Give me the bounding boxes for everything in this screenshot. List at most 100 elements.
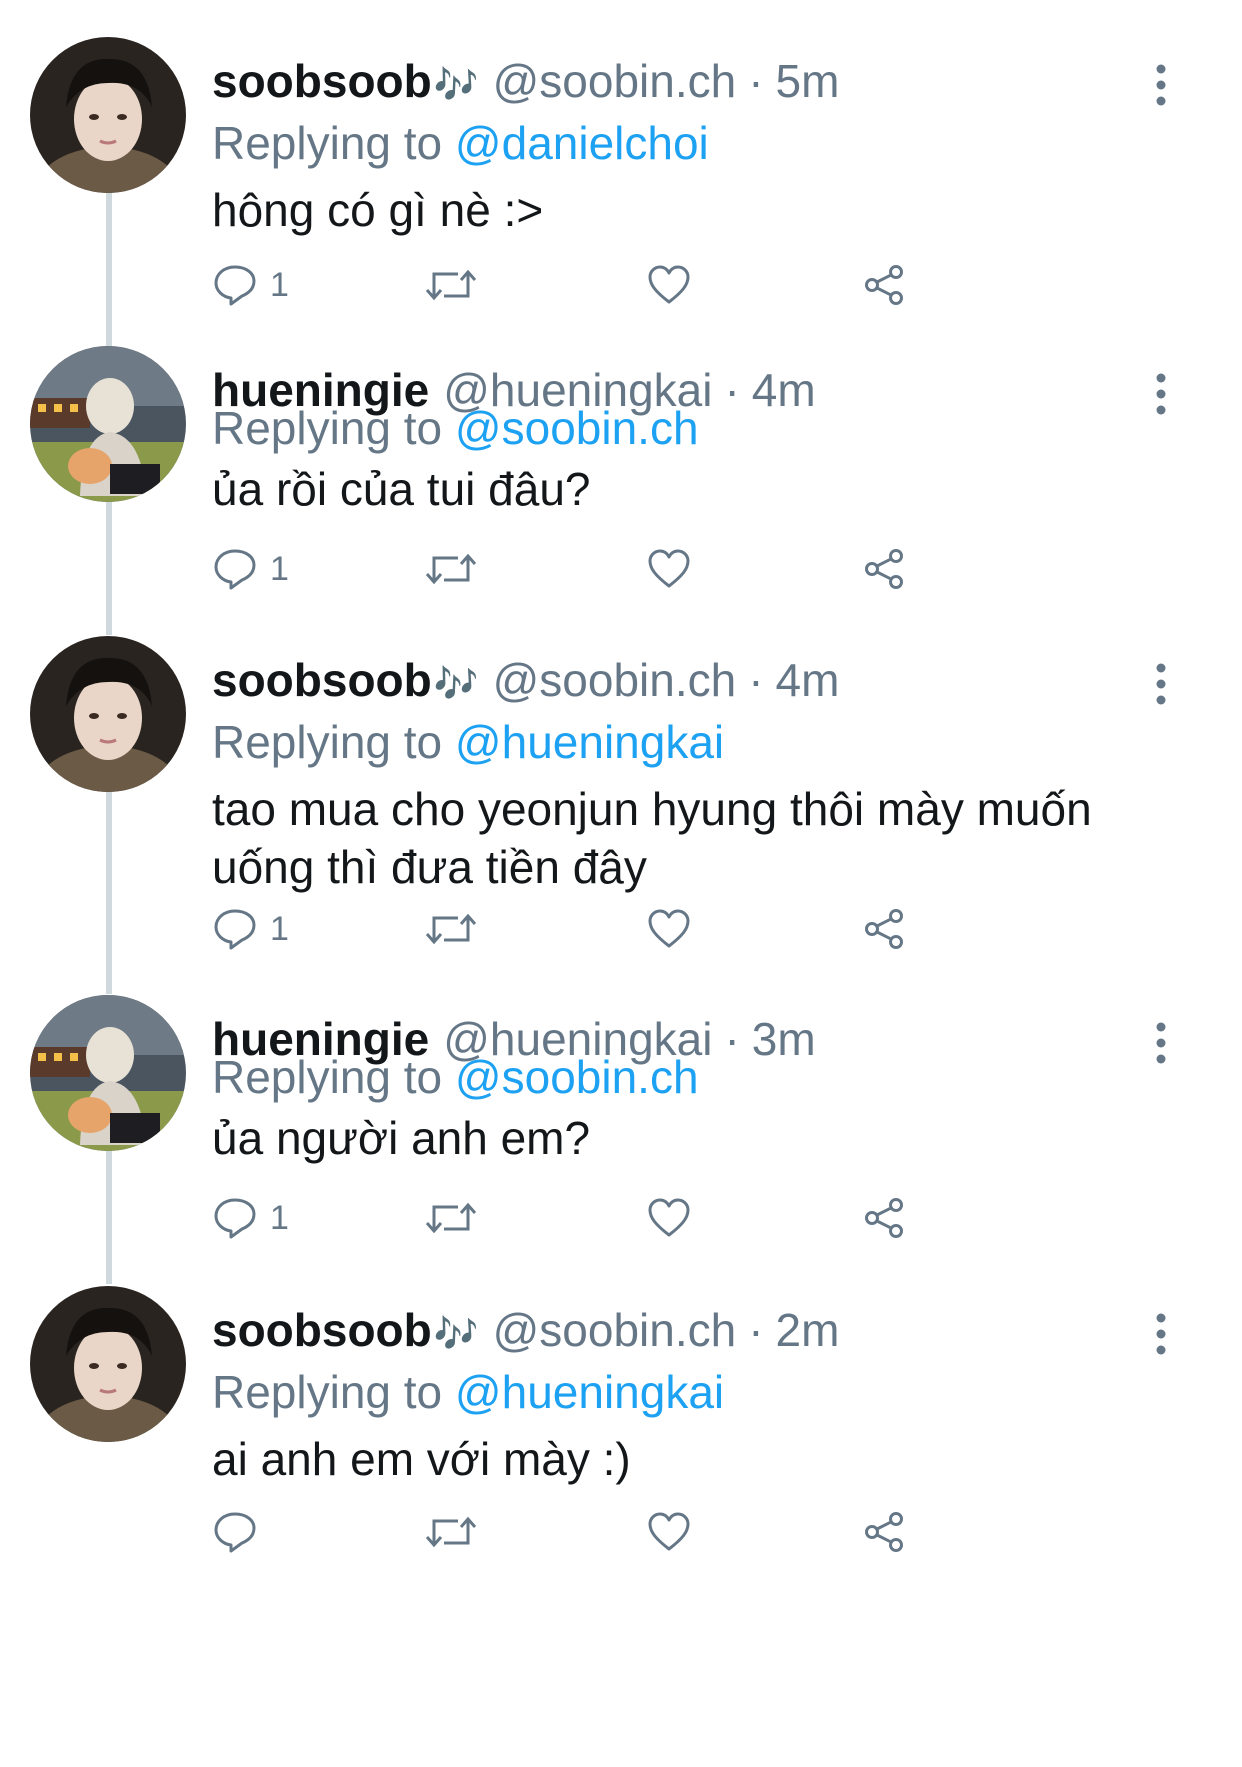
retweet-button[interactable] bbox=[424, 1188, 478, 1248]
more-vertical-icon[interactable] bbox=[1146, 1310, 1176, 1358]
reply-icon bbox=[214, 549, 256, 590]
tweet-text: tao mua cho yeonjun hyung thôi mày muốn … bbox=[212, 783, 1092, 893]
replying-to: Replying to @hueningkai bbox=[212, 712, 724, 772]
reply-button[interactable]: 1 bbox=[212, 899, 289, 959]
share-icon bbox=[865, 1198, 903, 1238]
music-note-emoji: 🎶 bbox=[433, 663, 479, 704]
reply-count: 1 bbox=[270, 549, 289, 588]
heart-icon bbox=[648, 265, 690, 304]
action-bar bbox=[212, 1502, 1012, 1562]
separator-dot: · bbox=[748, 55, 764, 107]
heart-icon bbox=[648, 1512, 690, 1551]
thread-line bbox=[106, 487, 112, 635]
reply-button[interactable]: 1 bbox=[212, 539, 289, 599]
action-bar: 1 bbox=[212, 539, 1012, 599]
reply-target-link[interactable]: @hueningkai bbox=[455, 716, 724, 768]
thread-line bbox=[106, 178, 112, 346]
tweet-text: ai anh em với mày :) bbox=[212, 1433, 631, 1485]
reply-icon bbox=[214, 1198, 256, 1239]
share-icon bbox=[865, 1512, 903, 1552]
retweet-button[interactable] bbox=[424, 539, 478, 599]
replying-to: Replying to @hueningkai bbox=[212, 1362, 724, 1422]
tweet-text: ủa người anh em? bbox=[212, 1112, 591, 1164]
share-icon bbox=[865, 909, 903, 949]
share-button[interactable] bbox=[862, 1188, 908, 1248]
reply-count: 1 bbox=[270, 1198, 289, 1237]
avatar[interactable] bbox=[30, 995, 186, 1151]
replying-to: Replying to @danielchoi bbox=[212, 113, 709, 173]
like-button[interactable] bbox=[646, 899, 692, 959]
timestamp[interactable]: 5m bbox=[776, 55, 840, 107]
like-button[interactable] bbox=[646, 539, 692, 599]
avatar[interactable] bbox=[30, 346, 186, 502]
reply-icon bbox=[214, 265, 256, 306]
more-vertical-icon[interactable] bbox=[1146, 370, 1176, 418]
replying-to-label: Replying to bbox=[212, 716, 443, 768]
more-vertical-icon[interactable] bbox=[1146, 61, 1176, 109]
like-button[interactable] bbox=[646, 1502, 692, 1562]
like-button[interactable] bbox=[646, 1188, 692, 1248]
timestamp[interactable]: 3m bbox=[752, 1013, 816, 1065]
timestamp[interactable]: 4m bbox=[752, 364, 816, 416]
tweet-text: ủa rồi của tui đâu? bbox=[212, 463, 591, 515]
timestamp[interactable]: 2m bbox=[776, 1304, 840, 1356]
display-name[interactable]: soobsoob bbox=[212, 55, 432, 107]
reply-count: 1 bbox=[270, 265, 289, 304]
reply-button[interactable]: 1 bbox=[212, 1188, 289, 1248]
retweet-icon bbox=[425, 913, 477, 945]
display-name[interactable]: soobsoob bbox=[212, 654, 432, 706]
retweet-button[interactable] bbox=[424, 1502, 478, 1562]
reply-icon bbox=[214, 909, 256, 950]
user-handle[interactable]: @soobin.ch bbox=[493, 55, 737, 107]
share-icon bbox=[865, 549, 903, 589]
share-button[interactable] bbox=[862, 1502, 908, 1562]
separator-dot: · bbox=[748, 1304, 764, 1356]
tweet-header: soobsoob🎶 @soobin.ch · 2m bbox=[212, 1300, 839, 1360]
retweet-icon bbox=[425, 553, 477, 585]
tweet-header: soobsoob🎶 @soobin.ch · 4m bbox=[212, 650, 839, 710]
reply-target-link[interactable]: @soobin.ch bbox=[455, 1051, 699, 1103]
separator-dot: · bbox=[748, 654, 764, 706]
reply-count: 1 bbox=[270, 909, 289, 948]
reply-button[interactable] bbox=[212, 1502, 270, 1562]
user-handle[interactable]: @soobin.ch bbox=[493, 654, 737, 706]
action-bar: 1 bbox=[212, 1188, 1012, 1248]
separator-dot: · bbox=[724, 364, 740, 416]
replying-to: Replying to @soobin.ch bbox=[212, 1047, 699, 1107]
share-button[interactable] bbox=[862, 255, 908, 315]
music-note-emoji: 🎶 bbox=[433, 1313, 479, 1354]
replying-to-label: Replying to bbox=[212, 1366, 443, 1418]
tweet-header: soobsoob🎶 @soobin.ch · 5m bbox=[212, 51, 839, 111]
retweet-icon bbox=[425, 1202, 477, 1234]
avatar[interactable] bbox=[30, 1286, 186, 1442]
like-button[interactable] bbox=[646, 255, 692, 315]
heart-icon bbox=[648, 1198, 690, 1237]
replying-to-label: Replying to bbox=[212, 117, 443, 169]
share-button[interactable] bbox=[862, 899, 908, 959]
replying-to-label: Replying to bbox=[212, 1051, 443, 1103]
action-bar: 1 bbox=[212, 899, 1012, 959]
reply-target-link[interactable]: @hueningkai bbox=[455, 1366, 724, 1418]
thread-line bbox=[106, 1136, 112, 1284]
reply-target-link[interactable]: @soobin.ch bbox=[455, 402, 699, 454]
avatar[interactable] bbox=[30, 636, 186, 792]
heart-icon bbox=[648, 549, 690, 588]
heart-icon bbox=[648, 909, 690, 948]
more-vertical-icon[interactable] bbox=[1146, 1019, 1176, 1067]
user-handle[interactable]: @soobin.ch bbox=[493, 1304, 737, 1356]
reply-button[interactable]: 1 bbox=[212, 255, 289, 315]
more-vertical-icon[interactable] bbox=[1146, 660, 1176, 708]
display-name[interactable]: soobsoob bbox=[212, 1304, 432, 1356]
retweet-button[interactable] bbox=[424, 899, 478, 959]
action-bar: 1 bbox=[212, 255, 1012, 315]
timestamp[interactable]: 4m bbox=[776, 654, 840, 706]
share-icon bbox=[865, 265, 903, 305]
reply-target-link[interactable]: @danielchoi bbox=[455, 117, 709, 169]
replying-to-label: Replying to bbox=[212, 402, 443, 454]
retweet-icon bbox=[425, 1516, 477, 1548]
replying-to: Replying to @soobin.ch bbox=[212, 398, 699, 458]
music-note-emoji: 🎶 bbox=[433, 64, 479, 105]
share-button[interactable] bbox=[862, 539, 908, 599]
avatar[interactable] bbox=[30, 37, 186, 193]
retweet-button[interactable] bbox=[424, 255, 478, 315]
